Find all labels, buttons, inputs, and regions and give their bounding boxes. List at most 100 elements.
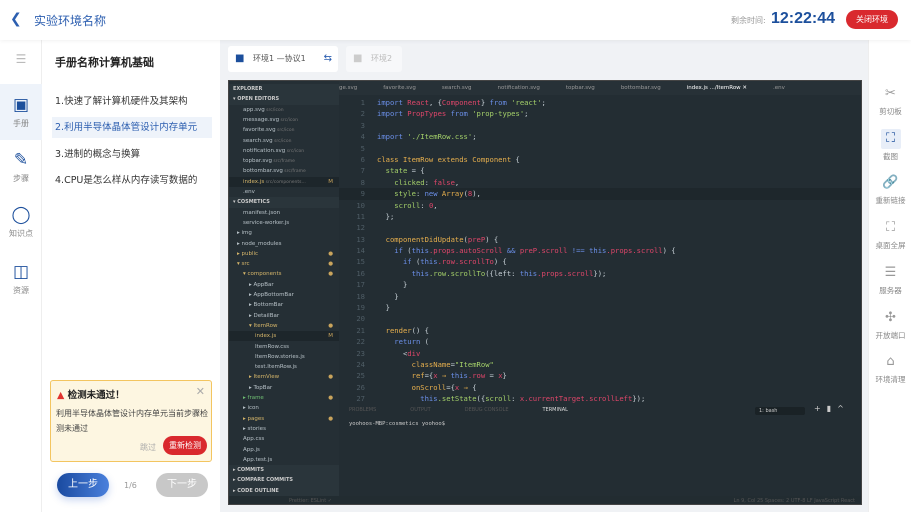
- status-bar: Prettier: ESLint ✓ Ln 9, Col 25 Spaces: 2…: [229, 496, 861, 504]
- explorer-item[interactable]: ▸ ItemView ●: [229, 372, 339, 382]
- explorer-item[interactable]: ▸ node_modules: [229, 239, 339, 249]
- explorer-item[interactable]: ▸ COMMITS: [229, 465, 339, 476]
- skip-button[interactable]: 跳过: [140, 442, 156, 453]
- explorer-item[interactable]: notification.svg src/icon: [229, 146, 339, 156]
- explorer-item[interactable]: ▸ public ●: [229, 249, 339, 259]
- explorer-item[interactable]: ▸ stories: [229, 424, 339, 434]
- explorer-item[interactable]: service-worker.js: [229, 218, 339, 228]
- code-line: 14 if (this.props.autoScroll && preP.scr…: [356, 246, 676, 256]
- tool-fullscreen[interactable]: ⛶ 桌面全屏: [869, 218, 911, 251]
- back-chevron-icon[interactable]: ❮: [10, 11, 22, 27]
- explorer-item[interactable]: ▸ icon: [229, 403, 339, 413]
- close-environment-button[interactable]: 关闭环境: [846, 10, 898, 29]
- explorer-item[interactable]: EXPLORER: [229, 84, 339, 95]
- code-line: 17 }: [356, 280, 408, 290]
- remote-desktop-editor[interactable]: EXPLORER ▾ OPEN EDITORS app.svg src/icon me…: [228, 80, 862, 505]
- file-tab[interactable]: .env: [773, 81, 785, 95]
- explorer-item[interactable]: ▾ ItemRow ●: [229, 321, 339, 331]
- panel-tab[interactable]: OUTPUT: [410, 407, 430, 413]
- explorer-item[interactable]: ▾ components ●: [229, 269, 339, 279]
- file-tab[interactable]: ge.svg: [339, 81, 357, 95]
- environment-icon: ■: [353, 53, 363, 64]
- explorer-item[interactable]: ▸ DetailBar: [229, 311, 339, 321]
- terminal-select[interactable]: 1: bash: [755, 407, 805, 415]
- explorer-item[interactable]: ▸ img: [229, 228, 339, 238]
- manual-item[interactable]: 3.进制的概念与换算: [52, 144, 212, 165]
- file-tab[interactable]: bottombar.svg: [621, 81, 661, 95]
- file-tabs: ge.svg favorite.svg search.svg notification…: [339, 81, 861, 95]
- explorer-item[interactable]: app.svg src/icon: [229, 105, 339, 115]
- code-line: 15 if (this.row.scrollTo) {: [356, 257, 507, 267]
- next-step-button[interactable]: 下一步: [156, 473, 208, 497]
- prev-step-button[interactable]: 上一步: [57, 473, 109, 497]
- add-icon[interactable]: +: [814, 404, 827, 413]
- tool-server[interactable]: ☰ 服务器: [869, 263, 911, 296]
- retry-check-button[interactable]: 重新检测: [163, 436, 207, 455]
- explorer-item[interactable]: ▸ CODE OUTLINE: [229, 485, 339, 496]
- rail-label: 资源: [13, 286, 29, 295]
- explorer-item[interactable]: index.js M: [229, 331, 339, 342]
- code-line: 13 componentDidUpdate(preP) {: [356, 234, 499, 244]
- close-icon[interactable]: ✕: [196, 385, 205, 398]
- manual-icon: ▣: [12, 95, 30, 115]
- explorer-item[interactable]: ▸ frame ●: [229, 393, 339, 403]
- code-area[interactable]: 1 import React, {Component} from 'react';…: [339, 97, 861, 405]
- file-tab[interactable]: index.js .../ItemRow ✕: [687, 81, 747, 95]
- tool-scissors[interactable]: ✂ 剪切板: [869, 84, 911, 117]
- rail-item-knowledge[interactable]: ◯ 知识点: [0, 205, 42, 239]
- manual-item-active[interactable]: 2.利用半导体晶体管设计内存单元: [52, 117, 212, 138]
- file-tab[interactable]: notification.svg: [498, 81, 540, 95]
- tool-port[interactable]: ✣ 开放端口: [869, 308, 911, 341]
- resource-icon: ◫: [12, 262, 30, 282]
- explorer-item[interactable]: App.test.js: [229, 455, 339, 465]
- rail-item-steps[interactable]: ✎ 步骤: [0, 150, 42, 184]
- explorer-item[interactable]: App.js: [229, 445, 339, 455]
- manual-item[interactable]: 1.快速了解计算机硬件及其架构: [52, 91, 212, 112]
- explorer-item[interactable]: ▸ pages ●: [229, 414, 339, 424]
- explorer-item[interactable]: message.svg src/icon: [229, 115, 339, 125]
- tool-link[interactable]: 🔗 重新链接: [869, 173, 911, 206]
- explorer-item[interactable]: ▸ AppBottomBar: [229, 290, 339, 300]
- file-tab[interactable]: search.svg: [442, 81, 472, 95]
- manual-item[interactable]: 4.CPU是怎么样从内存读写数据的: [52, 170, 212, 191]
- explorer-item[interactable]: ▸ BottomBar: [229, 300, 339, 310]
- explorer-item[interactable]: App.css: [229, 434, 339, 444]
- manual-panel: 手册名称计算机基础 1.快速了解计算机硬件及其架构 2.利用半导体晶体管设计内存…: [42, 40, 220, 512]
- explorer-item[interactable]: ▸ COMPARE COMMITS: [229, 475, 339, 486]
- explorer-item[interactable]: ▸ TopBar: [229, 383, 339, 393]
- explorer-item[interactable]: topbar.svg src/frame: [229, 156, 339, 166]
- tab-environment-2[interactable]: ■ 环境2: [346, 46, 402, 72]
- switch-icon[interactable]: ⇆: [324, 46, 332, 72]
- explorer-item[interactable]: favorite.svg src/icon: [229, 125, 339, 135]
- explorer-item[interactable]: ItemRow.css: [229, 342, 339, 352]
- explorer-item[interactable]: bottombar.svg src/frame: [229, 166, 339, 176]
- explorer-item[interactable]: ▾ OPEN EDITORS: [229, 94, 339, 105]
- explorer-item[interactable]: ItemRow.stories.js: [229, 352, 339, 362]
- terminal-prompt[interactable]: yoohoos-MBP:cosmetics yoohoo$: [349, 421, 445, 427]
- panel-tab[interactable]: TERMINAL: [542, 407, 567, 413]
- explorer-item[interactable]: index.js src/components... M: [229, 176, 339, 187]
- fullscreen-icon: ⛶: [885, 220, 896, 236]
- explorer-item[interactable]: ▾ src ●: [229, 259, 339, 269]
- explorer-item[interactable]: ▸ AppBar: [229, 280, 339, 290]
- tool-clean[interactable]: ⌂ 环境清理: [869, 352, 911, 385]
- trash-icon[interactable]: ▮: [827, 404, 837, 413]
- panel-tab[interactable]: PROBLEMS: [349, 407, 376, 413]
- right-toolbar: ✂ 剪切板 ⛶ 截图 🔗 重新链接 ⛶ 桌面全屏 ☰ 服务器 ✣ 开放端口 ⌂ 环境清理: [868, 40, 911, 512]
- collapse-menu-icon[interactable]: ☰: [0, 52, 42, 66]
- explorer-item[interactable]: manifest.json: [229, 208, 339, 218]
- explorer-item[interactable]: .env: [229, 187, 339, 197]
- tool-screenshot[interactable]: ⛶ 截图: [869, 128, 911, 162]
- explorer-item[interactable]: search.svg src/icon: [229, 136, 339, 146]
- rail-item-manual[interactable]: ▣ 手册: [0, 84, 42, 140]
- explorer-item[interactable]: test.ItemRow.js: [229, 362, 339, 372]
- file-tab[interactable]: favorite.svg: [383, 81, 416, 95]
- tab-environment-1[interactable]: ■ 环境1 —协议1 ⇆: [228, 46, 338, 72]
- chevron-up-icon[interactable]: ^: [837, 404, 850, 413]
- panel-tab[interactable]: DEBUG CONSOLE: [465, 407, 509, 413]
- rail-item-resources[interactable]: ◫ 资源: [0, 262, 42, 296]
- file-tab[interactable]: topbar.svg: [566, 81, 595, 95]
- explorer-item[interactable]: ▾ COSMETICS: [229, 197, 339, 208]
- code-line: 1 import React, {Component} from 'react';: [360, 98, 546, 107]
- code-line: 20: [356, 314, 365, 324]
